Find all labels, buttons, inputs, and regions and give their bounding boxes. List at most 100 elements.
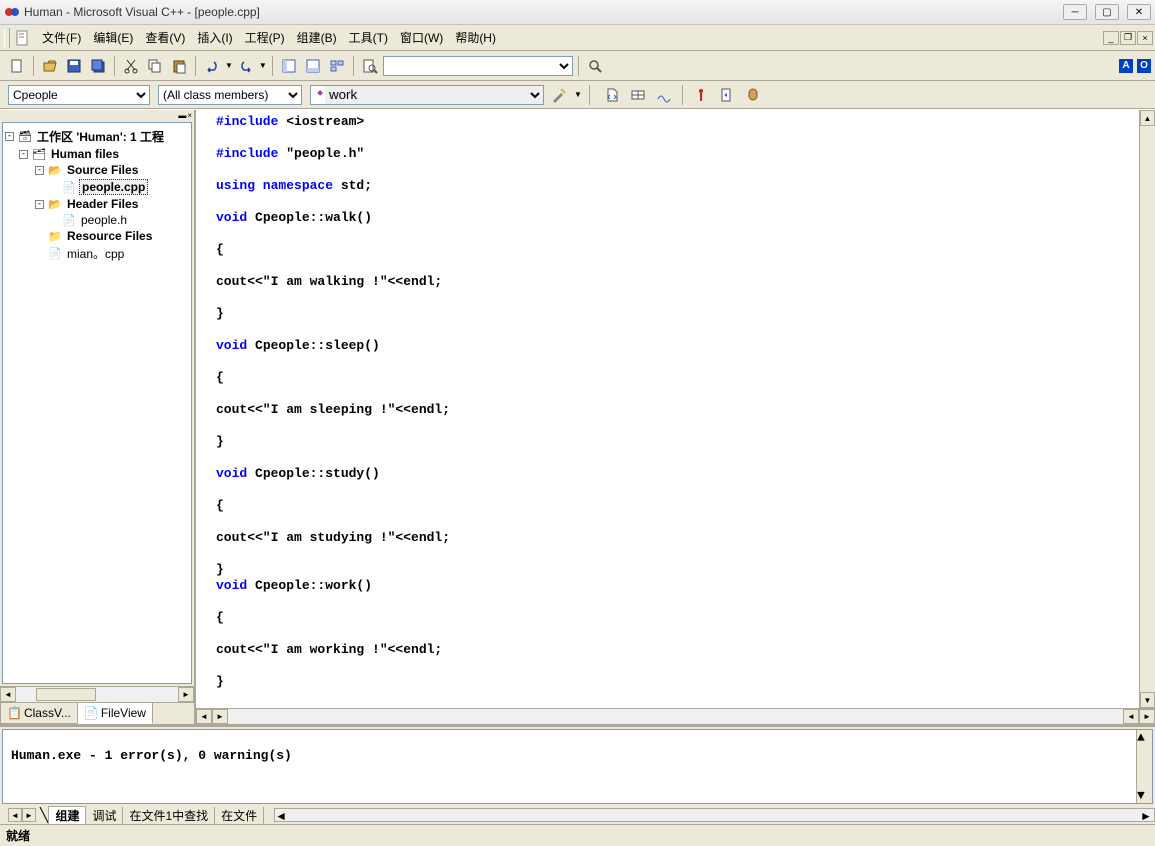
output-tab-build[interactable]: 组建: [48, 806, 86, 824]
editor-vscrollbar[interactable]: ▲ ▼: [1139, 110, 1155, 708]
workspace-sidebar: ▬ × -🗃工作区 'Human': 1 工程 -🗂Human files -📂…: [0, 110, 196, 724]
tree-header-folder[interactable]: Header Files: [65, 197, 140, 211]
diamond-icon: [311, 90, 325, 100]
save-all-button[interactable]: [87, 55, 109, 77]
tree-workspace[interactable]: 工作区 'Human': 1 工程: [35, 128, 166, 145]
tab-scroll-left-icon[interactable]: ◄: [8, 808, 22, 822]
members-combo[interactable]: (All class members): [158, 85, 302, 105]
build-button[interactable]: [627, 84, 649, 106]
new-file-button[interactable]: [6, 55, 28, 77]
tree-collapse-icon[interactable]: -: [5, 132, 14, 141]
scroll-up-icon[interactable]: ▲: [1137, 730, 1152, 745]
workspace-icon: 🗃: [17, 130, 33, 144]
output-vscrollbar[interactable]: ▲ ▼: [1136, 730, 1152, 803]
tab-classview[interactable]: 📋ClassV...: [0, 703, 78, 724]
copy-button[interactable]: [144, 55, 166, 77]
document-icon: [16, 30, 32, 46]
maximize-button[interactable]: ▢: [1095, 4, 1119, 20]
tree-collapse-icon[interactable]: -: [35, 166, 44, 175]
scroll-right-icon[interactable]: ►: [178, 687, 194, 702]
tab-scroll-right-icon[interactable]: ►: [22, 808, 36, 822]
menu-build[interactable]: 组建(B): [291, 27, 343, 48]
class-combo[interactable]: Cpeople: [8, 85, 150, 105]
menu-file[interactable]: 文件(F): [36, 27, 87, 48]
menu-bar: 文件(F) 编辑(E) 查看(V) 插入(I) 工程(P) 组建(B) 工具(T…: [0, 25, 1155, 51]
function-combo[interactable]: work: [325, 86, 543, 104]
code-editor[interactable]: #include <iostream> #include "people.h" …: [196, 110, 1155, 694]
tree-collapse-icon[interactable]: -: [19, 150, 28, 159]
close-button[interactable]: ✕: [1127, 4, 1151, 20]
workspace-button[interactable]: [278, 55, 300, 77]
find-button[interactable]: [584, 55, 606, 77]
mdi-minimize-button[interactable]: _: [1103, 31, 1119, 45]
mdi-close-button[interactable]: ×: [1137, 31, 1153, 45]
sidebar-pin-icon[interactable]: ▬: [178, 111, 186, 120]
find-combo[interactable]: [383, 56, 573, 76]
output-tab-find2[interactable]: 在文件: [215, 807, 264, 824]
output-window[interactable]: Human.exe - 1 error(s), 0 warning(s) ▲ ▼: [2, 729, 1153, 804]
menu-tools[interactable]: 工具(T): [343, 27, 394, 48]
folder-open-icon: 📂: [47, 163, 63, 177]
tree-source-folder[interactable]: Source Files: [65, 163, 140, 177]
open-button[interactable]: [39, 55, 61, 77]
scroll-up-icon[interactable]: ▲: [1140, 110, 1155, 126]
paste-button[interactable]: [168, 55, 190, 77]
editor-hscrollbar[interactable]: ◄ ► ◄ ►: [196, 708, 1155, 724]
find-in-files-button[interactable]: [359, 55, 381, 77]
stop-build-button[interactable]: [653, 84, 675, 106]
toolbar-gripper[interactable]: [4, 28, 10, 48]
scroll-down-icon[interactable]: ▼: [1137, 788, 1145, 803]
window-list-button[interactable]: [326, 55, 348, 77]
output-button[interactable]: [302, 55, 324, 77]
h-file-icon: 📄: [61, 213, 77, 227]
tree-project[interactable]: Human files: [49, 147, 121, 161]
scroll-right-icon[interactable]: ►: [212, 709, 228, 724]
status-text: 就绪: [6, 827, 30, 844]
execute-button[interactable]: [690, 84, 712, 106]
scroll-right-icon[interactable]: ►: [1140, 809, 1154, 821]
output-hscrollbar[interactable]: ◄ ►: [274, 808, 1155, 822]
sidebar-close-icon[interactable]: ×: [187, 111, 192, 120]
tree-resource-folder[interactable]: Resource Files: [65, 229, 154, 243]
file-tree[interactable]: -🗃工作区 'Human': 1 工程 -🗂Human files -📂Sour…: [2, 122, 192, 684]
menu-insert[interactable]: 插入(I): [191, 27, 238, 48]
breakpoint-button[interactable]: [742, 84, 764, 106]
menu-view[interactable]: 查看(V): [139, 27, 191, 48]
undo-button[interactable]: [201, 55, 223, 77]
tree-file-people-h[interactable]: people.h: [79, 213, 129, 227]
tree-collapse-icon[interactable]: -: [35, 200, 44, 209]
menu-project[interactable]: 工程(P): [239, 27, 291, 48]
redo-dropdown[interactable]: ▼: [259, 61, 267, 70]
scroll-thumb[interactable]: [36, 688, 96, 701]
output-tabs: ◄ ► ╲ 组建 调试 在文件1中查找 在文件 ◄ ►: [0, 806, 1155, 824]
go-button[interactable]: [716, 84, 738, 106]
cut-button[interactable]: [120, 55, 142, 77]
save-button[interactable]: [63, 55, 85, 77]
wizard-action-button[interactable]: [548, 84, 570, 106]
output-tab-debug[interactable]: 调试: [86, 807, 123, 824]
minimize-button[interactable]: ─: [1063, 4, 1087, 20]
redo-button[interactable]: [235, 55, 257, 77]
wizard-dropdown[interactable]: ▼: [574, 90, 582, 99]
title-bar: Human - Microsoft Visual C++ - [people.c…: [0, 0, 1155, 25]
output-tab-find1[interactable]: 在文件1中查找: [123, 807, 215, 824]
folder-open-icon: 📂: [47, 197, 63, 211]
tree-hscrollbar[interactable]: ◄ ►: [0, 686, 194, 702]
tab-fileview[interactable]: 📄FileView: [77, 703, 153, 724]
menu-edit[interactable]: 编辑(E): [87, 27, 139, 48]
menu-help[interactable]: 帮助(H): [449, 27, 502, 48]
menu-window[interactable]: 窗口(W): [394, 27, 449, 48]
badge-a: A: [1119, 59, 1133, 73]
scroll-left-icon[interactable]: ◄: [1123, 709, 1139, 724]
scroll-left-icon[interactable]: ◄: [0, 687, 16, 702]
scroll-right-icon[interactable]: ►: [1139, 709, 1155, 724]
scroll-left-icon[interactable]: ◄: [275, 809, 289, 821]
scroll-down-icon[interactable]: ▼: [1140, 692, 1155, 708]
mdi-restore-button[interactable]: ❐: [1120, 31, 1136, 45]
undo-dropdown[interactable]: ▼: [225, 61, 233, 70]
tree-file-main-cpp[interactable]: mian。cpp: [65, 245, 126, 262]
badge-o: O: [1137, 59, 1151, 73]
tree-file-people-cpp[interactable]: people.cpp: [79, 179, 148, 195]
compile-button[interactable]: [601, 84, 623, 106]
scroll-left-icon[interactable]: ◄: [196, 709, 212, 724]
